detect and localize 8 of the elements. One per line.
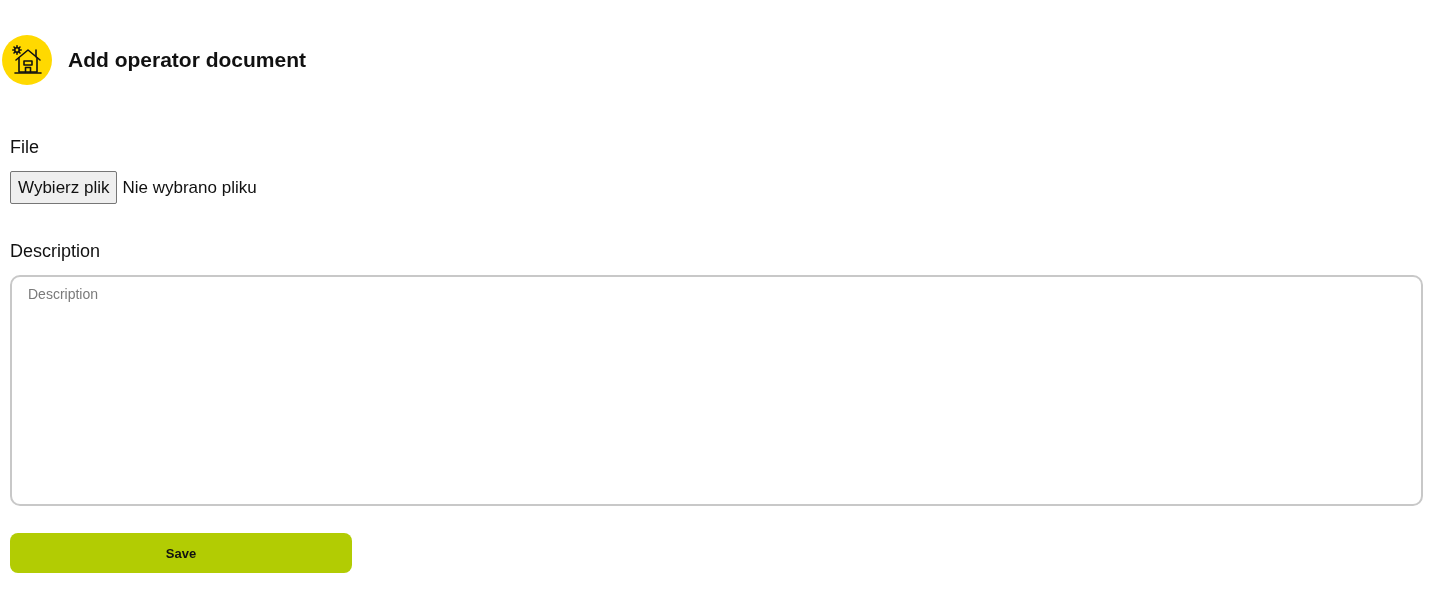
description-field[interactable]: Description	[10, 275, 1423, 506]
field-label: File	[10, 136, 39, 159]
house-gear-icon	[2, 35, 52, 85]
page-title: Add operator document	[68, 47, 306, 73]
choose-file-button[interactable]: Wybierz plik	[10, 171, 118, 204]
save-button[interactable]: Save	[10, 533, 352, 573]
file-status-text: Nie wybrano pliku	[122, 177, 257, 198]
field-label: Description	[10, 240, 101, 263]
